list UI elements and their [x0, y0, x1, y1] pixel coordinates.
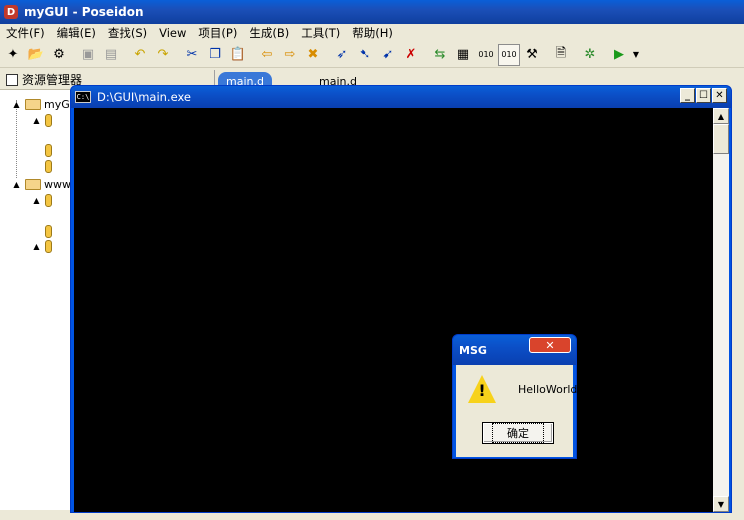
- toolbar: ✦ 📂 ⚙ ▣ ▤ ↶ ↷ ✂ ❐ 📋 ⇦ ⇨ ✖ ➶ ➷ ➹ ✗ ⇆ ▦ 01…: [0, 42, 744, 68]
- debug-icon[interactable]: ✲: [579, 44, 601, 66]
- run-icon[interactable]: ▶: [608, 44, 630, 66]
- tree-item[interactable]: ▲: [32, 112, 52, 128]
- open-project-icon[interactable]: ⚙: [48, 44, 70, 66]
- tree-item[interactable]: [45, 223, 52, 239]
- tree-item[interactable]: [45, 158, 52, 174]
- close-button[interactable]: ✕: [712, 88, 727, 103]
- menu-edit[interactable]: 编辑(E): [51, 25, 102, 41]
- module-icon: [45, 239, 52, 253]
- copy-icon[interactable]: ❐: [204, 44, 226, 66]
- folder-icon: [25, 178, 41, 190]
- ide-titlebar: D myGUI - Poseidon: [0, 0, 744, 24]
- message-box[interactable]: MSG ✕ ! HelloWorld 确定: [452, 334, 577, 459]
- folder-icon: [25, 98, 41, 110]
- console-title: D:\GUI\main.exe: [97, 90, 191, 104]
- tree-item[interactable]: ▲: [32, 192, 52, 208]
- bookmark-prev-icon[interactable]: ➹: [377, 44, 399, 66]
- module-icon: [45, 224, 52, 238]
- menu-tools[interactable]: 工具(T): [295, 25, 346, 41]
- ok-button-label: 确定: [492, 423, 544, 443]
- tree-item[interactable]: [45, 142, 52, 158]
- build-icon[interactable]: ▦: [452, 44, 474, 66]
- menu-help[interactable]: 帮助(H): [346, 25, 399, 41]
- tree-item[interactable]: ▲ myG: [12, 96, 70, 112]
- menu-bar: 文件(F) 编辑(E) 查找(S) View 项目(P) 生成(B) 工具(T)…: [0, 24, 744, 42]
- run-dropdown-icon[interactable]: ▼: [631, 44, 641, 66]
- scroll-up-icon[interactable]: ▲: [713, 108, 729, 124]
- window-title: myGUI - Poseidon: [24, 5, 144, 19]
- bookmark-clear-icon[interactable]: ✗: [400, 44, 422, 66]
- tree-item-label: myG: [44, 97, 70, 111]
- vertical-scrollbar[interactable]: ▲ ▼: [713, 108, 729, 512]
- console-window[interactable]: C:\ D:\GUI\main.exe _ ☐ ✕ ▲ ▼: [70, 85, 732, 513]
- console-titlebar[interactable]: C:\ D:\GUI\main.exe _ ☐ ✕: [71, 86, 731, 108]
- message-box-titlebar[interactable]: MSG ✕: [453, 335, 576, 365]
- collapse-icon[interactable]: ▲: [32, 196, 41, 205]
- bookmark-toggle-icon[interactable]: ➶: [331, 44, 353, 66]
- compile-icon[interactable]: ⇆: [429, 44, 451, 66]
- message-text: HelloWorld: [518, 383, 578, 396]
- ok-button[interactable]: 确定: [482, 422, 554, 444]
- console-icon: C:\: [75, 91, 91, 103]
- message-box-title: MSG: [459, 343, 487, 357]
- tree-item[interactable]: ▲ www: [12, 176, 71, 192]
- clean-icon[interactable]: 🗎: [550, 44, 572, 66]
- module-icon: [45, 193, 52, 207]
- back-icon[interactable]: ⇦: [256, 44, 278, 66]
- cut-icon[interactable]: ✂: [181, 44, 203, 66]
- rebuild-icon[interactable]: ⚒: [521, 44, 543, 66]
- message-box-body: ! HelloWorld 确定: [456, 365, 577, 457]
- collapse-icon[interactable]: ▲: [32, 116, 41, 125]
- scroll-thumb[interactable]: [713, 124, 729, 154]
- undo-icon[interactable]: ↶: [129, 44, 151, 66]
- tree-item[interactable]: ▲: [32, 238, 52, 254]
- message-box-close-button[interactable]: ✕: [529, 337, 571, 353]
- console-output[interactable]: ▲ ▼: [74, 108, 729, 512]
- menu-project[interactable]: 项目(P): [192, 25, 243, 41]
- paste-icon[interactable]: 📋: [227, 44, 249, 66]
- collapse-icon[interactable]: ▲: [12, 180, 21, 189]
- explorer-icon: [6, 73, 18, 86]
- menu-view[interactable]: View: [153, 26, 192, 40]
- scroll-down-icon[interactable]: ▼: [713, 496, 729, 512]
- build-release-icon[interactable]: 010: [498, 43, 520, 66]
- close-icon[interactable]: ✖: [302, 44, 324, 66]
- save-icon[interactable]: ▣: [77, 44, 99, 66]
- collapse-icon[interactable]: ▲: [32, 242, 41, 251]
- maximize-button[interactable]: ☐: [696, 88, 711, 103]
- menu-file[interactable]: 文件(F): [0, 25, 51, 41]
- module-icon: [45, 159, 52, 173]
- menu-find[interactable]: 查找(S): [102, 25, 153, 41]
- redo-icon[interactable]: ↷: [152, 44, 174, 66]
- bookmark-next-icon[interactable]: ➷: [354, 44, 376, 66]
- tree-item-label: www: [44, 177, 71, 191]
- new-file-icon[interactable]: ✦: [2, 44, 24, 66]
- menu-build[interactable]: 生成(B): [243, 25, 295, 41]
- build-binary-icon[interactable]: 010: [475, 44, 497, 66]
- forward-icon[interactable]: ⇨: [279, 44, 301, 66]
- window-controls: _ ☐ ✕: [679, 88, 727, 103]
- warning-icon-mark: !: [478, 381, 486, 400]
- open-folder-icon[interactable]: 📂: [25, 44, 47, 66]
- minimize-button[interactable]: _: [680, 88, 695, 103]
- collapse-icon[interactable]: ▲: [12, 100, 21, 109]
- module-icon: [45, 113, 52, 127]
- save-all-icon[interactable]: ▤: [100, 44, 122, 66]
- module-icon: [45, 143, 52, 157]
- app-logo-icon: D: [4, 5, 18, 19]
